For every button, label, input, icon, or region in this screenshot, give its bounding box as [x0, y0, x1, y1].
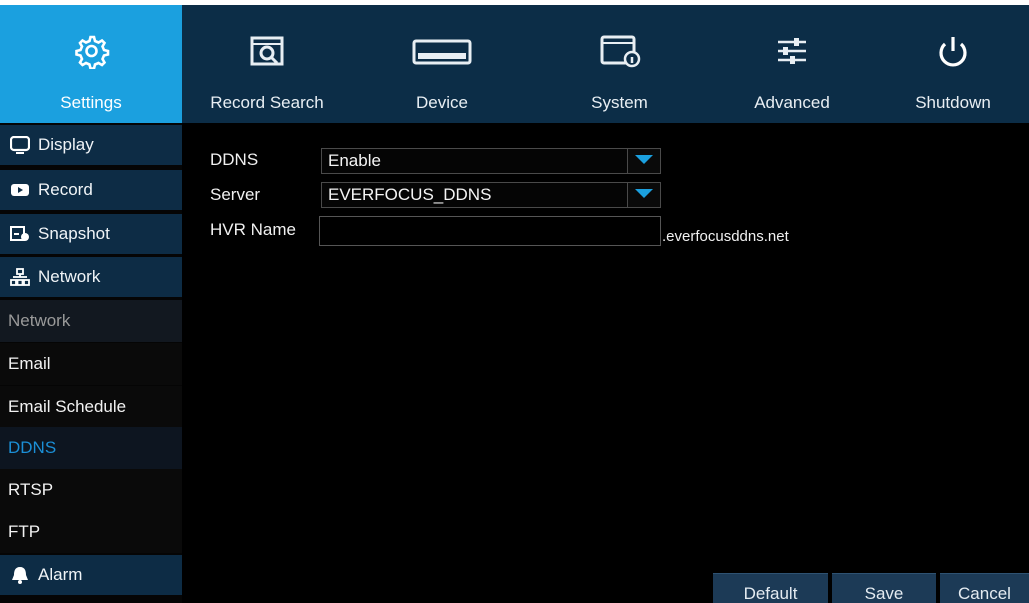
- sidebar-sub-ftp[interactable]: FTP: [0, 511, 182, 553]
- network-icon: [10, 268, 30, 286]
- tab-label: Settings: [60, 93, 122, 112]
- save-button[interactable]: Save: [832, 573, 936, 603]
- tab-label: Device: [416, 93, 468, 112]
- tab-label: System: [591, 93, 648, 112]
- sidebar-item-label: Record: [38, 180, 93, 199]
- sidebar-sub-ddns[interactable]: DDNS: [0, 427, 182, 469]
- sidebar-item-alarm[interactable]: Alarm: [0, 555, 182, 595]
- sidebar-sub-network[interactable]: Network: [0, 300, 182, 342]
- ddns-select[interactable]: Enable: [321, 148, 661, 174]
- chevron-down-icon[interactable]: [627, 149, 660, 173]
- server-select-value: EVERFOCUS_DDNS: [328, 185, 492, 204]
- server-label: Server: [210, 185, 261, 204]
- hvr-name-input[interactable]: [319, 216, 661, 246]
- sidebar-item-label: Display: [38, 135, 94, 154]
- tab-record-search[interactable]: Record Search: [182, 5, 352, 123]
- cancel-button[interactable]: Cancel: [940, 573, 1029, 603]
- sidebar-sub-label: DDNS: [8, 438, 57, 457]
- sidebar-sub-rtsp[interactable]: RTSP: [0, 469, 182, 511]
- sidebar: Display Record Snapshot Network Network …: [0, 123, 182, 603]
- tab-advanced[interactable]: Advanced: [707, 5, 877, 123]
- system-info-icon: [598, 33, 642, 69]
- tab-settings[interactable]: Settings: [0, 5, 182, 123]
- ddns-label: DDNS: [210, 150, 259, 169]
- sidebar-sub-label: Email: [8, 354, 51, 373]
- sidebar-item-snapshot[interactable]: Snapshot: [0, 214, 182, 254]
- sidebar-sub-label: FTP: [8, 522, 41, 541]
- sidebar-item-label: Network: [38, 267, 101, 286]
- sliders-icon: [770, 33, 814, 69]
- sidebar-item-record[interactable]: Record: [0, 170, 182, 210]
- top-menu-bar: Settings Record Search Device System Adv…: [0, 5, 1029, 123]
- monitor-icon: [10, 136, 30, 154]
- power-icon: [931, 33, 975, 69]
- ddns-settings-panel: DDNS Enable Server EVERFOCUS_DDNS HVR Na…: [182, 123, 1029, 603]
- tab-device[interactable]: Device: [352, 5, 532, 123]
- sidebar-item-label: Snapshot: [38, 224, 110, 243]
- tab-shutdown[interactable]: Shutdown: [877, 5, 1029, 123]
- hard-drive-icon: [412, 33, 472, 69]
- tab-label: Advanced: [754, 93, 830, 112]
- sidebar-sub-label: RTSP: [8, 480, 54, 499]
- hvr-name-suffix: .everfocusddns.net: [662, 228, 789, 245]
- sidebar-item-network[interactable]: Network: [0, 257, 182, 297]
- sidebar-item-display[interactable]: Display: [0, 125, 182, 165]
- sidebar-item-label: Alarm: [38, 565, 83, 584]
- server-select[interactable]: EVERFOCUS_DDNS: [321, 182, 661, 208]
- gear-icon: [69, 33, 113, 69]
- record-search-icon: [245, 33, 289, 69]
- bell-icon: [10, 566, 30, 584]
- default-button[interactable]: Default: [713, 573, 828, 603]
- sidebar-sub-label: Network: [8, 311, 71, 330]
- ddns-select-value: Enable: [328, 151, 381, 170]
- sidebar-sub-email[interactable]: Email: [0, 343, 182, 385]
- dvr-settings-screen: Settings Record Search Device System Adv…: [0, 5, 1029, 603]
- tab-label: Record Search: [210, 93, 324, 112]
- chevron-down-icon[interactable]: [627, 183, 660, 207]
- snapshot-icon: [10, 225, 30, 243]
- sidebar-sub-email-schedule[interactable]: Email Schedule: [0, 386, 182, 428]
- tab-label: Shutdown: [915, 93, 991, 112]
- hvr-name-label: HVR Name: [210, 220, 296, 239]
- tab-system[interactable]: System: [532, 5, 707, 123]
- sidebar-sub-label: Email Schedule: [8, 397, 127, 416]
- camera-icon: [10, 181, 30, 199]
